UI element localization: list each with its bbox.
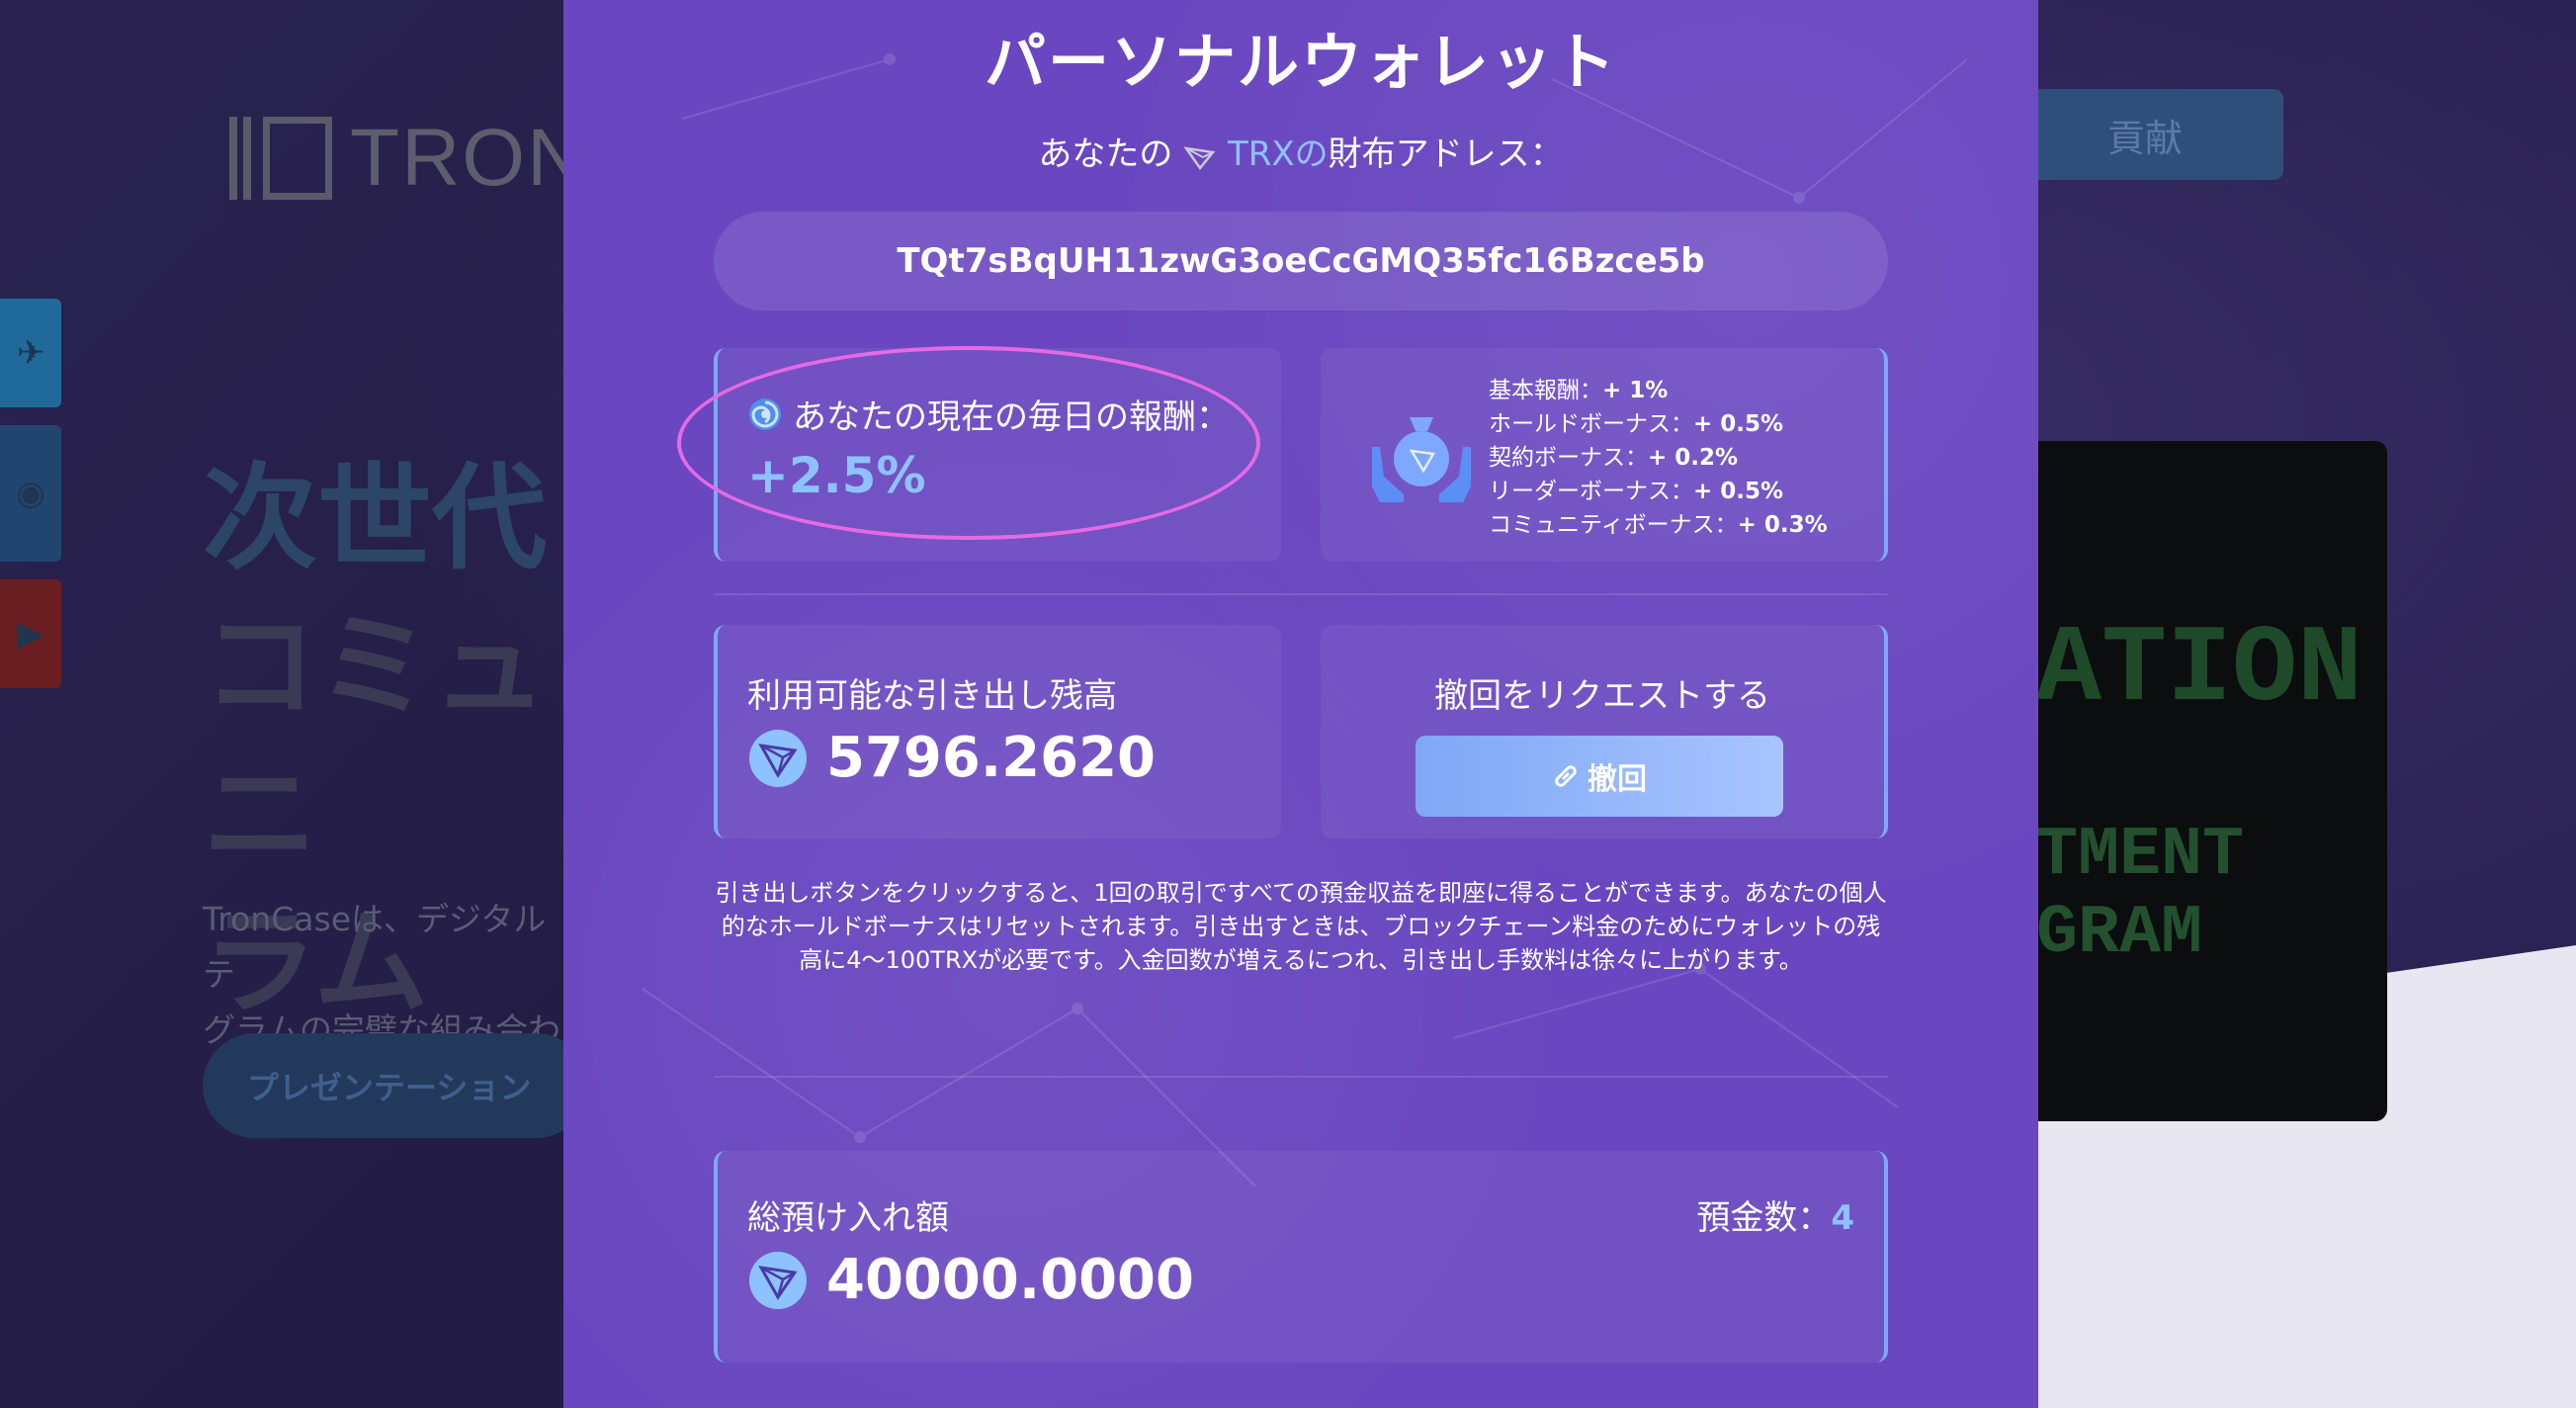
withdraw-button[interactable]: 撤回 — [1416, 736, 1783, 817]
total-deposit-card: 総預け入れ額 40000.0000 預金数：4 — [714, 1151, 1888, 1363]
daily-reward-label: あなたの現在の毎日の報酬： — [793, 397, 1230, 437]
bonus-item-basic: 基本報酬：+ 1% — [1489, 378, 1669, 403]
desc-line-1: TronCaseは、デジタルテ — [203, 900, 547, 994]
video-text-1: ATION — [2036, 609, 2363, 733]
withdraw-button-label: 撤回 — [1588, 763, 1647, 796]
promo-video[interactable]: ATION TMENT GRAM — [2017, 441, 2387, 1121]
site-logo[interactable]: TRON — [227, 109, 593, 208]
trx-coin-icon — [749, 1251, 807, 1309]
deposit-count-value: 4 — [1831, 1198, 1854, 1238]
withdrawable-balance-card: 利用可能な引き出し残高 5796.2620 — [714, 625, 1281, 838]
bonus-item-contract: 契約ボーナス：+ 0.2% — [1489, 445, 1739, 471]
wallet-address[interactable]: TQt7sBqUH11zwG3oeCcGMQ35fc16Bzce5b — [714, 212, 1888, 310]
hero-line-2: コミュニ — [203, 600, 547, 882]
daily-reward-value: +2.5% — [747, 447, 926, 504]
daily-reward-card: あなたの現在の毎日の報酬： +2.5% — [714, 348, 1281, 562]
balance-label: 利用可能な引き出し残高 — [747, 676, 1117, 716]
balance-value: 5796.2620 — [826, 726, 1156, 790]
video-text-2: TMENT GRAM — [2036, 817, 2245, 973]
hero-line-1: 次世代 — [203, 452, 547, 585]
contribute-button[interactable]: 貢献 — [2007, 89, 2283, 180]
tron-logo-icon — [227, 109, 336, 208]
deposit-count: 預金数：4 — [1696, 1190, 1854, 1239]
presentation-button[interactable]: プレゼンテーション — [203, 1033, 588, 1138]
trx-coin-icon — [749, 729, 807, 787]
address-label: あなたの TRXの財布アドレス： — [563, 127, 2038, 175]
deposit-count-label: 預金数： — [1696, 1198, 1832, 1238]
bonus-item-leader: リーダーボーナス：+ 0.5% — [1489, 479, 1784, 504]
bonus-list: 基本報酬：+ 1% ホールドボーナス：+ 0.5% 契約ボーナス：+ 0.2% … — [1489, 374, 1828, 542]
logo-text: TRON — [350, 113, 588, 203]
address-label-trx: TRXの — [1227, 134, 1329, 174]
divider — [714, 1076, 1888, 1078]
link-icon — [1555, 765, 1577, 787]
youtube-icon[interactable]: ▶ — [0, 579, 61, 688]
bonus-item-community: コミュニティボーナス：+ 0.3% — [1489, 512, 1828, 538]
divider — [714, 593, 1888, 595]
spiral-icon — [749, 397, 781, 430]
wallet-modal: パーソナルウォレット あなたの TRXの財布アドレス： TQt7sBqUH11z… — [563, 0, 2038, 1408]
bonus-breakdown-card: 基本報酬：+ 1% ホールドボーナス：+ 0.5% 契約ボーナス：+ 0.2% … — [1321, 348, 1888, 562]
bot-icon[interactable]: ◉ — [0, 425, 61, 562]
deposit-label: 総預け入れ額 — [747, 1198, 949, 1238]
deposit-value: 40000.0000 — [826, 1248, 1194, 1312]
withdraw-request-card: 撤回をリクエストする 撤回 — [1321, 625, 1888, 838]
address-label-post: 財布アドレス： — [1328, 134, 1564, 174]
address-label-pre: あなたの — [1038, 134, 1173, 174]
tron-gem-icon — [1183, 145, 1216, 170]
money-bag-hands-icon — [1372, 417, 1471, 502]
deposit-row: 40000.0000 — [747, 1248, 1194, 1312]
modal-title: パーソナルウォレット — [984, 26, 1617, 98]
bonus-item-hold: ホールドボーナス：+ 0.5% — [1489, 411, 1784, 437]
daily-reward-label-row: あなたの現在の毎日の報酬： — [747, 390, 1230, 438]
balance-row: 5796.2620 — [747, 726, 1156, 790]
withdraw-note: 引き出しボタンをクリックすると、1回の取引ですべての預金収益を即座に得ることがで… — [715, 879, 1887, 974]
withdraw-title: 撤回をリクエストする — [1434, 676, 1770, 716]
telegram-icon[interactable]: ✈ — [0, 299, 61, 407]
